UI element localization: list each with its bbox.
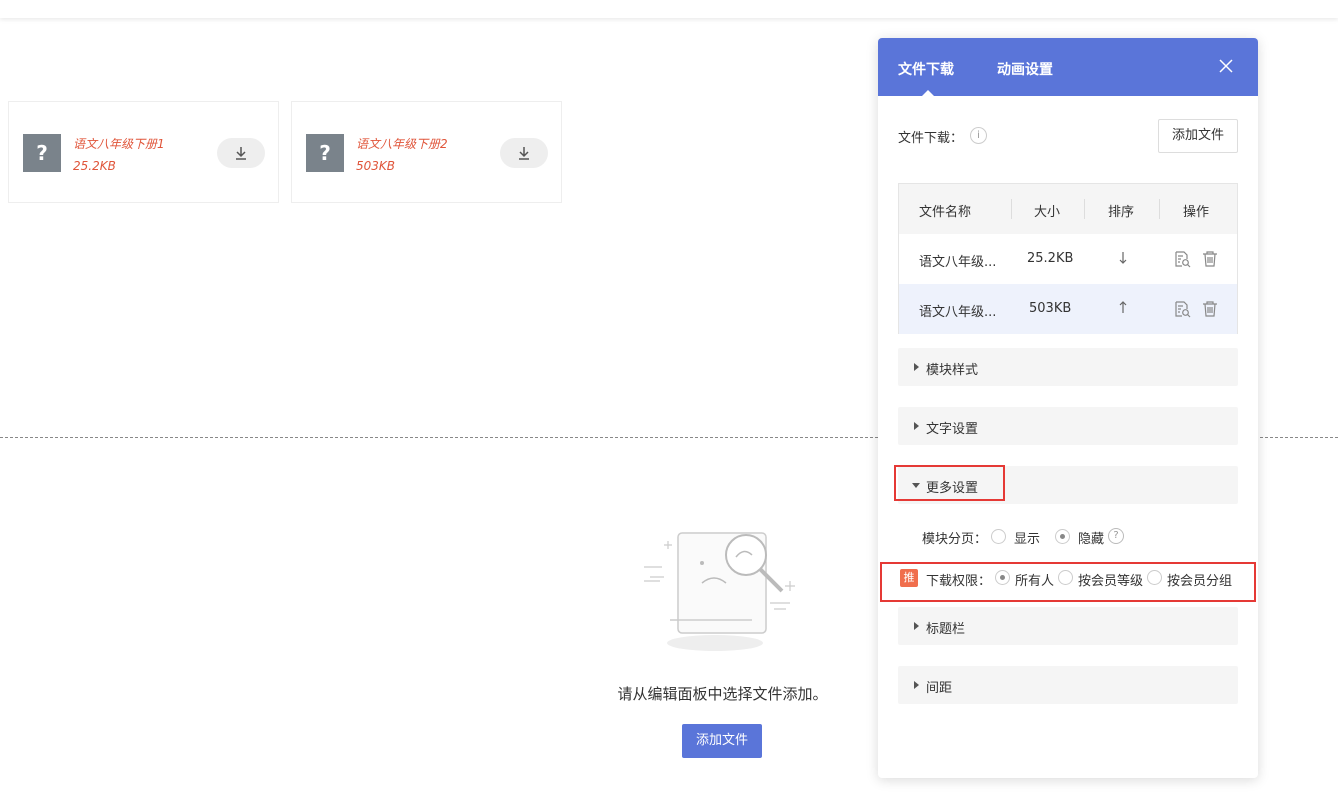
column-header-name: 文件名称 [919, 205, 972, 220]
column-separator [1159, 199, 1160, 219]
table-row[interactable]: 语文八年级... 25.2KB [899, 234, 1237, 284]
download-icon [236, 147, 246, 160]
file-card-2[interactable]: ? 语文八年级下册2 503KB [291, 101, 562, 203]
empty-state-message: 请从编辑面板中选择文件添加。 [617, 685, 828, 703]
row-file-name: 语文八年级... [919, 255, 997, 270]
section-title-bar[interactable]: 标题栏 [898, 607, 1238, 645]
add-file-button[interactable]: 添加文件 [682, 724, 762, 758]
caret-right-icon [914, 622, 919, 630]
download-button[interactable] [217, 138, 265, 168]
column-separator [1084, 199, 1085, 219]
file-name: 语文八年级下册2 [356, 137, 448, 151]
file-size: 25.2KB [73, 159, 116, 173]
column-header-action: 操作 [1183, 205, 1210, 220]
section-label: 间距 [926, 681, 953, 696]
caret-right-icon [914, 422, 919, 430]
trash-icon[interactable] [1201, 300, 1219, 318]
caret-right-icon [914, 681, 919, 689]
help-icon[interactable]: ? [1108, 528, 1124, 544]
unknown-file-icon: ? [23, 134, 61, 172]
download-button[interactable] [500, 138, 548, 168]
preview-icon[interactable] [1173, 300, 1191, 318]
highlight-box-download-permission [880, 562, 1256, 602]
file-download-label: 文件下载： [898, 131, 964, 146]
column-header-size: 大小 [1034, 205, 1061, 220]
row-file-size: 25.2KB [1027, 251, 1074, 266]
section-spacing[interactable]: 间距 [898, 666, 1238, 704]
download-icon [519, 147, 529, 160]
empty-document-search-icon [644, 532, 795, 651]
section-label: 标题栏 [926, 622, 966, 637]
table-header: 文件名称 大小 排序 操作 [899, 184, 1237, 234]
arrow-up-icon[interactable] [1117, 300, 1129, 314]
row-file-size: 503KB [1029, 301, 1072, 316]
preview-icon[interactable] [1173, 250, 1191, 268]
panel-add-file-button[interactable]: 添加文件 [1158, 119, 1238, 153]
file-card-1[interactable]: ? 语文八年级下册1 25.2KB [8, 101, 279, 203]
file-name: 语文八年级下册1 [73, 137, 165, 151]
active-tab-indicator [922, 90, 934, 96]
radio-show-label[interactable]: 显示 [1014, 528, 1040, 547]
trash-icon[interactable] [1201, 250, 1219, 268]
column-header-sort: 排序 [1108, 205, 1135, 220]
pagination-label: 模块分页： [922, 532, 988, 547]
edit-panel: 文件下载 动画设置 文件下载： i 添加文件 文件名称 大小 排序 操作 语文八… [878, 38, 1258, 778]
table-row[interactable]: 语文八年级... 503KB [899, 284, 1237, 334]
radio-hide[interactable] [1055, 529, 1070, 544]
caret-right-icon [914, 363, 919, 371]
section-label: 模块样式 [926, 363, 979, 378]
info-icon[interactable]: i [970, 127, 987, 144]
section-text-settings[interactable]: 文字设置 [898, 407, 1238, 445]
radio-hide-label[interactable]: 隐藏 [1078, 528, 1104, 547]
panel-header: 文件下载 动画设置 [878, 38, 1258, 96]
highlight-box-more-settings [894, 465, 1005, 501]
tab-file-download[interactable]: 文件下载 [898, 59, 954, 79]
section-label: 文字设置 [926, 422, 979, 437]
close-icon[interactable] [1218, 58, 1234, 74]
unknown-file-icon: ? [306, 134, 344, 172]
file-table: 文件名称 大小 排序 操作 语文八年级... 25.2KB 语文八年级... 5… [898, 183, 1238, 334]
column-separator [1011, 199, 1012, 219]
row-file-name: 语文八年级... [919, 305, 997, 320]
file-size: 503KB [356, 159, 396, 173]
tab-animation-settings[interactable]: 动画设置 [997, 59, 1053, 79]
arrow-down-icon[interactable] [1117, 251, 1129, 265]
top-bar [0, 0, 1338, 18]
radio-show[interactable] [991, 529, 1006, 544]
section-module-style[interactable]: 模块样式 [898, 348, 1238, 386]
